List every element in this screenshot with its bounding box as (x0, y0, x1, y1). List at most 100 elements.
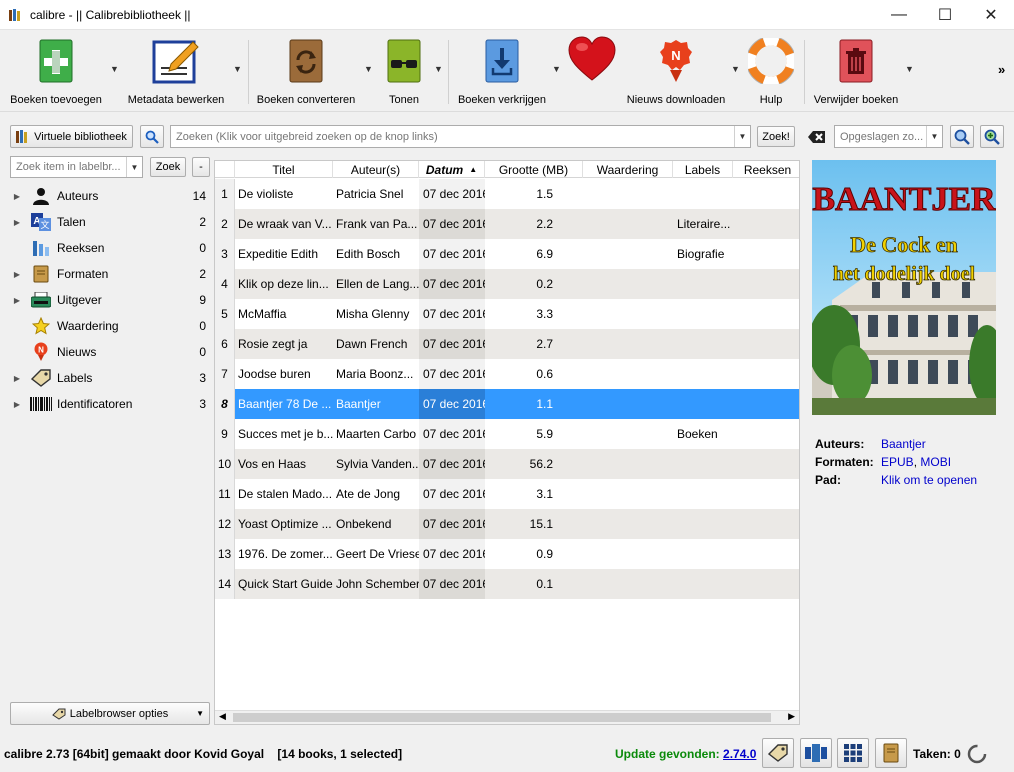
tag-category-publisher[interactable]: ▶ Uitgever 9 (10, 287, 210, 313)
cell-author[interactable]: Sylvia Vanden... (336, 449, 419, 479)
cell-size[interactable]: 1.5 (485, 179, 565, 209)
cell-labels[interactable] (677, 359, 733, 389)
row-number[interactable]: 9 (215, 419, 235, 449)
column-header-title[interactable]: Titel (235, 161, 333, 178)
cell-labels[interactable] (677, 389, 733, 419)
row-number[interactable]: 1 (215, 179, 235, 209)
expand-arrow-icon[interactable]: ▶ (10, 218, 24, 227)
table-row[interactable]: 8 Baantjer 78 De ... Baantjer 07 dec 2016 1.… (215, 389, 799, 419)
cell-title[interactable]: McMaffia (238, 299, 333, 329)
cell-date[interactable]: 07 dec 2016 (419, 539, 485, 569)
cell-author[interactable]: Frank van Pa... (336, 209, 419, 239)
cell-author[interactable]: Maria Boonz... (336, 359, 419, 389)
tag-category-formats[interactable]: ▶ Formaten 2 (10, 261, 210, 287)
view-dropdown-icon[interactable]: ▼ (434, 64, 444, 74)
cell-date[interactable]: 07 dec 2016 (419, 329, 485, 359)
cell-size[interactable]: 56.2 (485, 449, 565, 479)
tag-category-news[interactable]: N Nieuws 0 (10, 339, 210, 365)
cell-size[interactable]: 3.1 (485, 479, 565, 509)
cell-author[interactable]: Misha Glenny (336, 299, 419, 329)
news-dropdown-icon[interactable]: ▼ (731, 64, 741, 74)
cell-date[interactable]: 07 dec 2016 (419, 209, 485, 239)
scroll-left-icon[interactable]: ◀ (219, 711, 226, 722)
get-books-dropdown-icon[interactable]: ▼ (552, 64, 562, 74)
cell-date[interactable]: 07 dec 2016 (419, 389, 485, 419)
expand-arrow-icon[interactable]: ▶ (10, 270, 24, 279)
cell-author[interactable]: Patricia Snel (336, 179, 419, 209)
help-button[interactable]: Hulp (744, 30, 798, 112)
table-row[interactable]: 9 Succes met je b... Maarten Carbo 07 dec 2… (215, 419, 799, 449)
tag-category-identifiers[interactable]: ▶ Identificatoren 3 (10, 391, 210, 417)
virtual-library-button[interactable]: Virtuele bibliotheek (10, 125, 133, 148)
row-number[interactable]: 8 (215, 389, 235, 419)
row-number[interactable]: 2 (215, 209, 235, 239)
tag-browser-options-button[interactable]: Labelbrowser opties ▼ (10, 702, 210, 725)
cell-labels[interactable] (677, 449, 733, 479)
grid-view-toggle-button[interactable] (837, 738, 869, 768)
cell-author[interactable]: John Schember (336, 569, 419, 599)
cell-author[interactable]: Geert De Vriese (336, 539, 419, 569)
cell-labels[interactable]: Literaire... (677, 209, 733, 239)
format-link-epub[interactable]: EPUB (881, 455, 914, 473)
cell-title[interactable]: De violiste (238, 179, 333, 209)
maximize-button[interactable]: ☐ (922, 0, 968, 30)
cell-date[interactable]: 07 dec 2016 (419, 419, 485, 449)
add-saved-search-button[interactable] (980, 125, 1004, 148)
cell-size[interactable]: 3.3 (485, 299, 565, 329)
view-button[interactable]: Tonen (376, 30, 432, 112)
cell-date[interactable]: 07 dec 2016 (419, 569, 485, 599)
row-number[interactable]: 3 (215, 239, 235, 269)
column-header-series[interactable]: Reeksen (733, 161, 799, 178)
table-row[interactable]: 10 Vos en Haas Sylvia Vanden... 07 dec 2016… (215, 449, 799, 479)
add-books-button[interactable]: Boeken toevoegen (4, 30, 108, 112)
cell-title[interactable]: Vos en Haas (238, 449, 333, 479)
cell-author[interactable]: Ate de Jong (336, 479, 419, 509)
table-row[interactable]: 4 Klik op deze lin... Ellen de Lang... 07 d… (215, 269, 799, 299)
cell-title[interactable]: Succes met je b... (238, 419, 333, 449)
table-row[interactable]: 5 McMaffia Misha Glenny 07 dec 2016 3.3 (215, 299, 799, 329)
cell-title[interactable]: 1976. De zomer... (238, 539, 333, 569)
convert-dropdown-icon[interactable]: ▼ (364, 64, 374, 74)
column-header-size[interactable]: Grootte (MB) (485, 161, 583, 178)
cell-size[interactable]: 2.2 (485, 209, 565, 239)
close-button[interactable]: ✕ (968, 0, 1014, 30)
collapse-all-button[interactable]: - (192, 157, 210, 177)
cell-title[interactable]: Quick Start Guide (238, 569, 333, 599)
jobs-count[interactable]: Taken: 0 (913, 747, 961, 761)
cell-size[interactable]: 1.1 (485, 389, 565, 419)
row-number[interactable]: 12 (215, 509, 235, 539)
remove-books-dropdown-icon[interactable]: ▼ (905, 64, 915, 74)
cell-date[interactable]: 07 dec 2016 (419, 359, 485, 389)
cell-size[interactable]: 15.1 (485, 509, 565, 539)
cell-author[interactable]: Onbekend (336, 509, 419, 539)
book-details-toggle-button[interactable] (875, 738, 907, 768)
row-number[interactable]: 14 (215, 569, 235, 599)
donate-button[interactable] (564, 30, 620, 112)
tag-category-authors[interactable]: ▶ Auteurs 14 (10, 183, 210, 209)
cell-labels[interactable] (677, 329, 733, 359)
cell-date[interactable]: 07 dec 2016 (419, 269, 485, 299)
row-number[interactable]: 13 (215, 539, 235, 569)
search-input[interactable]: Zoeken (Klik voor uitgebreid zoeken op d… (170, 125, 751, 148)
expand-arrow-icon[interactable]: ▶ (10, 374, 24, 383)
cell-labels[interactable] (677, 509, 733, 539)
open-path-link[interactable]: Klik om te openen (881, 473, 977, 491)
cell-date[interactable]: 07 dec 2016 (419, 239, 485, 269)
cell-author[interactable]: Edith Bosch (336, 239, 419, 269)
table-row[interactable]: 3 Expeditie Edith Edith Bosch 07 dec 2016 6.… (215, 239, 799, 269)
row-number[interactable]: 11 (215, 479, 235, 509)
cell-labels[interactable] (677, 269, 733, 299)
table-row[interactable]: 7 Joodse buren Maria Boonz... 07 dec 2016 0.… (215, 359, 799, 389)
remove-books-button[interactable]: Verwijder boeken (808, 30, 904, 112)
expand-arrow-icon[interactable]: ▶ (10, 296, 24, 305)
cell-size[interactable]: 6.9 (485, 239, 565, 269)
cell-labels[interactable] (677, 479, 733, 509)
column-header-authors[interactable]: Auteur(s) (333, 161, 419, 178)
cell-size[interactable]: 0.2 (485, 269, 565, 299)
edit-metadata-button[interactable]: Metadata bewerken (124, 30, 228, 112)
cell-labels[interactable] (677, 569, 733, 599)
search-history-dropdown-icon[interactable]: ▼ (734, 126, 750, 147)
table-row[interactable]: 1 De violiste Patricia Snel 07 dec 2016 1.5 (215, 179, 799, 209)
cell-labels[interactable]: Boeken (677, 419, 733, 449)
convert-books-button[interactable]: Boeken converteren (254, 30, 358, 112)
